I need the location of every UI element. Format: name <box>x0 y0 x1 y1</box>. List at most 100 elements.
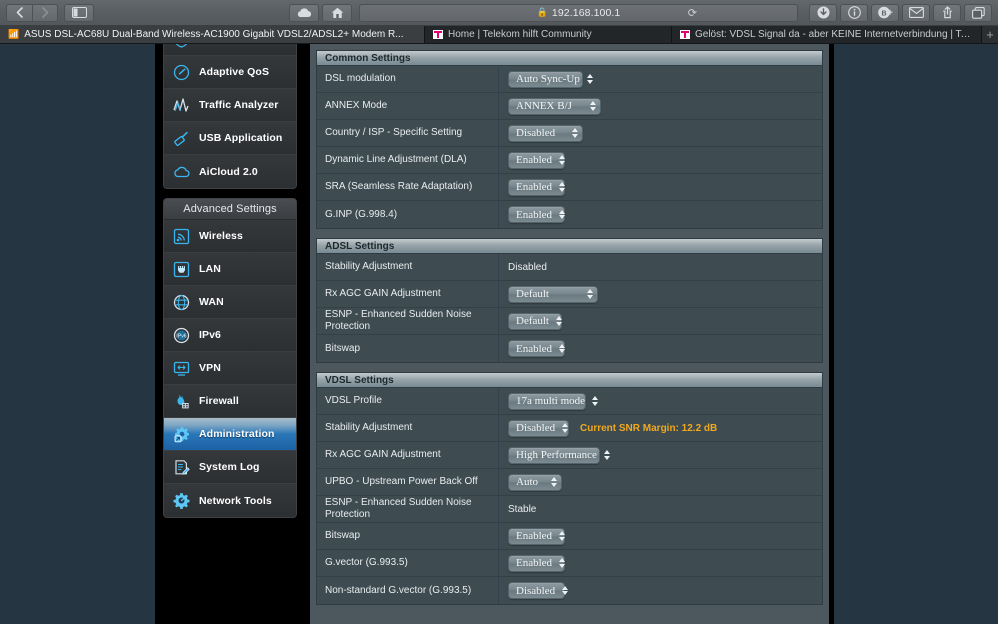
cloud-icon <box>172 162 191 181</box>
section-title: Common Settings <box>317 51 822 66</box>
dsl-modulation-select[interactable]: Auto Sync-Up <box>508 70 593 88</box>
adsl-bitswap-select[interactable]: Enabled <box>508 340 566 357</box>
setting-row-vdsl-bitswap: Bitswap Enabled <box>317 523 822 550</box>
browser-tab-3[interactable]: Gelöst: VDSL Signal da - aber KEINE Inte… <box>672 26 982 43</box>
share-button[interactable] <box>933 3 961 22</box>
back-button[interactable] <box>6 3 32 22</box>
sidebar-item-label: VPN <box>199 362 221 374</box>
select-value: Enabled <box>516 208 553 221</box>
setting-label: DSL modulation <box>317 66 499 92</box>
telekom-icon <box>433 30 443 39</box>
vdsl-bitswap-select[interactable]: Enabled <box>508 527 566 545</box>
setting-row-gvector: G.vector (G.993.5) Enabled <box>317 550 822 577</box>
admin-gear-icon <box>172 425 191 444</box>
gvector-select[interactable]: Enabled <box>508 554 566 572</box>
select-value: Enabled <box>516 530 553 542</box>
dla-select[interactable]: Enabled <box>508 151 566 169</box>
setting-row-vdsl-esnp: ESNP - Enhanced Sudden Noise Protection … <box>317 496 822 523</box>
setting-label: Rx AGC GAIN Adjustment <box>317 281 499 307</box>
waveform-icon <box>172 96 191 115</box>
browser-tab-3-label: Gelöst: VDSL Signal da - aber KEINE Inte… <box>695 29 973 40</box>
sidebar-item-aiprotection[interactable]: AiProtection <box>164 44 296 56</box>
mail-button[interactable] <box>902 3 930 22</box>
sidebar-item-aicloud[interactable]: AiCloud 2.0 <box>164 155 296 188</box>
select-value: Enabled <box>516 557 553 569</box>
adsl-esnp-select[interactable]: Default <box>508 312 562 330</box>
sra-select[interactable]: Enabled <box>508 178 566 196</box>
sidebar-item-usb-application[interactable]: USB Application <box>164 122 296 155</box>
reload-icon[interactable]: ⟳ <box>688 6 697 19</box>
vdsl-profile-select[interactable]: 17a multi mode <box>508 392 599 410</box>
address-bar[interactable]: 🔒 192.168.100.1 ⟳ <box>359 3 798 22</box>
tab-overview-button[interactable] <box>964 3 992 22</box>
sidebar-item-firewall[interactable]: Firewall <box>164 385 296 418</box>
sidebar-item-administration[interactable]: Administration <box>164 418 296 451</box>
network-tools-icon <box>172 491 191 510</box>
stepper-arrows-icon <box>592 396 599 406</box>
forward-button[interactable] <box>32 3 58 22</box>
setting-label: Bitswap <box>317 523 499 549</box>
sidebar-item-label: Network Tools <box>199 494 272 507</box>
sidebar-item-wireless[interactable]: Wireless <box>164 220 296 253</box>
wifi-icon: 📶 <box>8 29 20 39</box>
setting-row-vdsl-upbo: UPBO - Upstream Power Back Off Auto <box>317 469 822 496</box>
stepper-arrows-icon <box>562 423 569 433</box>
select-value: Disabled <box>516 422 556 434</box>
sidebar-item-network-tools[interactable]: Network Tools <box>164 484 296 517</box>
country-isp-select[interactable]: Disabled <box>508 124 583 142</box>
annex-mode-select[interactable]: ANNEX B/J <box>508 97 601 115</box>
section-adsl-settings: ADSL Settings Stability Adjustment Disab… <box>316 238 823 363</box>
sidebar-item-label: Administration <box>199 428 275 440</box>
setting-value: ANNEX B/J <box>499 97 822 115</box>
content-right-gutter <box>829 44 834 624</box>
sidebar-item-vpn[interactable]: VPN <box>164 352 296 385</box>
info-button[interactable] <box>840 3 868 22</box>
vdsl-stability-select[interactable]: Disabled <box>508 419 569 437</box>
setting-row-vdsl-stability: Stability Adjustment Disabled Current SN… <box>317 415 822 442</box>
sidebar-item-traffic-analyzer[interactable]: Traffic Analyzer <box>164 89 296 122</box>
download-icon <box>817 6 829 19</box>
sidebar-item-lan[interactable]: LAN <box>164 253 296 286</box>
stepper-arrows-icon <box>559 155 566 165</box>
ginp-select[interactable]: Enabled <box>508 206 566 223</box>
browser-tab-1[interactable]: 📶 ASUS DSL-AC68U Dual-Band Wireless-AC19… <box>0 26 425 43</box>
sidebar-item-ipv6[interactable]: IPv6 IPv6 <box>164 319 296 352</box>
share-icon <box>942 6 952 19</box>
setting-label: Stability Adjustment <box>317 254 499 280</box>
home-button[interactable] <box>322 3 352 22</box>
sidebar-item-system-log[interactable]: System Log <box>164 451 296 484</box>
toolbar-right-buttons: B <box>806 3 992 22</box>
setting-value: Disabled Current SNR Margin: 12.2 dB <box>499 419 822 437</box>
sidebar-toggle-button[interactable] <box>64 3 94 22</box>
vdsl-rx-agc-select[interactable]: High Performance <box>508 446 610 464</box>
chevron-right-icon <box>41 7 48 18</box>
browser-tab-2[interactable]: Home | Telekom hilft Community <box>425 26 672 43</box>
section-vdsl-settings: VDSL Settings VDSL Profile 17a multi mod… <box>316 372 823 605</box>
setting-label: VDSL Profile <box>317 388 499 414</box>
icloud-tabs-button[interactable] <box>289 3 319 22</box>
setting-value: Enabled <box>499 340 822 357</box>
blocker-button[interactable]: B <box>871 3 899 22</box>
downloads-button[interactable] <box>809 3 837 22</box>
sidebar-item-wan[interactable]: WAN <box>164 286 296 319</box>
usb-icon <box>172 129 191 148</box>
adsl-rx-agc-select[interactable]: Default <box>508 285 598 303</box>
select-value: Disabled <box>516 584 556 597</box>
vdsl-upbo-select[interactable]: Auto <box>508 473 562 491</box>
select-value: Auto Sync-Up <box>516 73 580 85</box>
setting-value: Enabled <box>499 178 822 196</box>
setting-row-vdsl-rx-agc: Rx AGC GAIN Adjustment High Performance <box>317 442 822 469</box>
setting-value: Enabled <box>499 151 822 169</box>
sidebar-item-adaptive-qos[interactable]: Adaptive QoS <box>164 56 296 89</box>
system-log-icon <box>172 458 191 477</box>
new-tab-button[interactable]: + <box>982 26 998 43</box>
setting-label: UPBO - Upstream Power Back Off <box>317 469 499 495</box>
stepper-arrows-icon <box>559 209 566 220</box>
tab-overview-icon <box>971 6 985 19</box>
setting-row-country-isp: Country / ISP - Specific Setting Disable… <box>317 120 822 147</box>
lan-port-icon <box>172 260 191 279</box>
mail-icon <box>908 7 924 18</box>
icloud-icon <box>297 7 312 17</box>
stepper-arrows-icon <box>551 477 557 487</box>
nonstandard-gvector-select[interactable]: Disabled <box>508 582 569 599</box>
